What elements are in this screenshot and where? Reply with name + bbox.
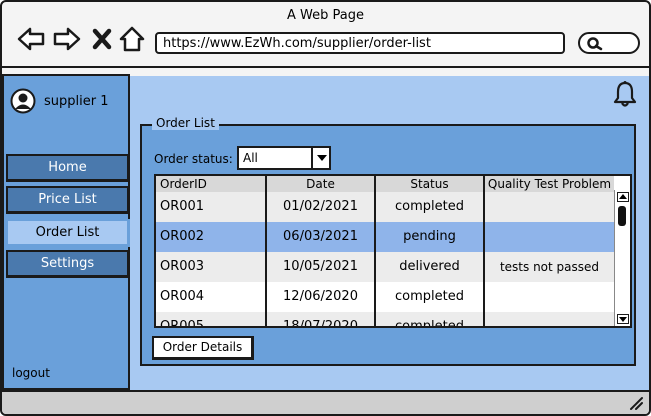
cell-date: 12/06/2020 (267, 282, 376, 312)
user-icon (10, 88, 36, 114)
scroll-thumb[interactable] (618, 206, 626, 226)
cell-date: 10/05/2021 (267, 252, 376, 282)
table-row[interactable]: OR004 12/06/2020 completed (156, 282, 614, 312)
status-bar (2, 390, 649, 414)
resize-grip-icon[interactable] (629, 396, 643, 410)
order-list-panel: Order List Order status: All OrderID Dat… (140, 116, 636, 366)
cell-status: pending (376, 222, 485, 252)
browser-window: A Web Page https://www.EzWh.com/supplier… (0, 0, 651, 416)
user-profile: supplier 1 (10, 88, 109, 114)
cell-status: completed (376, 282, 485, 312)
order-status-label: Order status: (154, 152, 233, 166)
column-header-date[interactable]: Date (267, 176, 376, 192)
scroll-down-icon[interactable] (617, 314, 629, 324)
chrome-divider (2, 66, 649, 68)
cell-orderid: OR003 (156, 252, 267, 282)
sidebar-item-home[interactable]: Home (6, 154, 130, 182)
close-icon[interactable] (90, 24, 114, 54)
cell-orderid: OR001 (156, 192, 267, 222)
logout-link[interactable]: logout (12, 366, 50, 380)
cell-problem: tests not passed (499, 260, 600, 274)
order-status-value: All (243, 151, 258, 165)
user-name: supplier 1 (44, 93, 109, 109)
main-content: Order List Order status: All OrderID Dat… (130, 76, 649, 390)
sidebar-item-order-list[interactable]: Order List (6, 219, 130, 247)
cell-status: completed (376, 192, 485, 222)
bell-icon[interactable] (612, 80, 638, 108)
table-row[interactable]: OR001 01/02/2021 completed (156, 192, 614, 222)
cell-date: 18/07/2020 (267, 312, 376, 326)
table-row[interactable]: OR005 18/07/2020 completed (156, 312, 614, 326)
cell-orderid: OR004 (156, 282, 267, 312)
back-arrow-icon[interactable] (16, 24, 46, 54)
table-scrollbar[interactable] (614, 190, 630, 326)
cell-problem (485, 222, 614, 252)
cell-problem (485, 192, 614, 222)
home-icon[interactable] (118, 24, 146, 54)
sidebar: supplier 1 Home Price List Order List Se… (2, 74, 130, 390)
order-status-select[interactable]: All (237, 146, 331, 170)
cell-date: 06/03/2021 (267, 222, 376, 252)
column-header-quality-test-problem[interactable]: Quality Test Problem (485, 176, 614, 192)
address-bar[interactable]: https://www.EzWh.com/supplier/order-list (155, 32, 565, 54)
sidebar-item-price-list[interactable]: Price List (6, 186, 130, 214)
cell-date: 01/02/2021 (267, 192, 376, 222)
forward-arrow-icon[interactable] (52, 24, 82, 54)
table-header: OrderID Date Status Quality Test Problem (156, 176, 614, 192)
cell-status: completed (376, 312, 485, 326)
cell-orderid: OR005 (156, 312, 267, 326)
search-icon (587, 37, 603, 51)
orders-table: OrderID Date Status Quality Test Problem… (154, 174, 632, 328)
sidebar-item-settings[interactable]: Settings (6, 250, 130, 278)
window-title: A Web Page (287, 8, 364, 23)
order-details-button[interactable]: Order Details (152, 336, 254, 360)
cell-status: delivered (376, 252, 485, 282)
chevron-down-icon[interactable] (311, 148, 329, 168)
column-header-status[interactable]: Status (376, 176, 485, 192)
table-row-selected[interactable]: OR002 06/03/2021 pending (156, 222, 614, 252)
cell-problem (485, 312, 614, 326)
cell-problem (485, 282, 614, 312)
scroll-up-icon[interactable] (617, 192, 629, 202)
table-row[interactable]: OR003 10/05/2021 delivered tests not pas… (156, 252, 614, 282)
panel-title: Order List (152, 116, 219, 130)
cell-orderid: OR002 (156, 222, 267, 252)
column-header-orderid[interactable]: OrderID (156, 176, 267, 192)
search-field[interactable] (578, 32, 640, 54)
